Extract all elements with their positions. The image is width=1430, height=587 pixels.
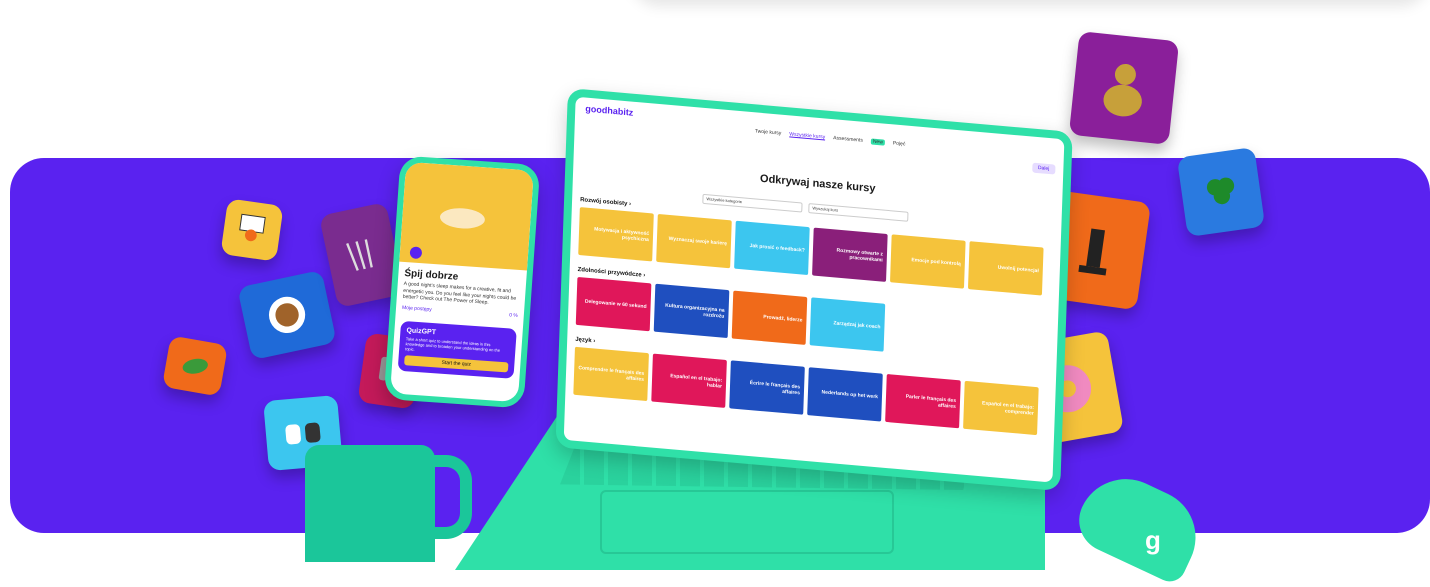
course-tile[interactable]: Delegowanie w 60 sekund bbox=[575, 276, 652, 332]
course-tile[interactable]: Kultura organizacyjna na rozdrożu bbox=[653, 283, 730, 339]
buddha-cube bbox=[1068, 31, 1180, 145]
course-tile[interactable]: Uwolnij potencjał bbox=[967, 241, 1044, 296]
needles-icon bbox=[346, 239, 374, 271]
course-tile[interactable]: Español en el trabajo: hablar bbox=[651, 353, 727, 408]
buddha-statue-icon bbox=[1103, 63, 1142, 116]
course-row: Delegowanie w 60 sekund Kultura organiza… bbox=[575, 276, 886, 352]
basketball-hoop-icon bbox=[239, 214, 267, 242]
nav-all-courses[interactable]: Wszystkie kursy bbox=[789, 131, 825, 140]
section-title[interactable]: Język › bbox=[575, 337, 595, 345]
play-icon[interactable] bbox=[409, 246, 423, 260]
filters: Wszystkie kategorie Wyszukaj kurs bbox=[702, 193, 909, 222]
search-input[interactable]: Wyszukaj kurs bbox=[808, 203, 909, 222]
course-tile[interactable]: Emocje pod kontrolą bbox=[890, 234, 966, 289]
course-row: Comprendre le français des affaires Espa… bbox=[573, 346, 1039, 436]
phone-mockup: Śpij dobrze A good night's sleep makes f… bbox=[383, 155, 541, 409]
laptop-trackpad bbox=[600, 490, 894, 554]
progress-label: Moje postępy bbox=[401, 304, 432, 313]
main-nav: Twoje kursy Wszystkie kursy Assessments … bbox=[755, 128, 906, 147]
start-quiz-button[interactable]: Start the quiz bbox=[404, 355, 509, 373]
login-button[interactable]: Dalej bbox=[1031, 162, 1056, 175]
leaf-icon bbox=[182, 358, 208, 374]
course-tile[interactable]: Wyznaczaj swoje karierę bbox=[656, 213, 732, 269]
laptop-screen: goodhabitz Twoje kursy Wszystkie kursy A… bbox=[555, 88, 1073, 492]
basketball-cube bbox=[220, 198, 284, 262]
coffee-cup-icon bbox=[268, 296, 306, 334]
course-tile[interactable]: Jak prosić o feedback? bbox=[734, 220, 810, 276]
nav-more[interactable]: Pojęć bbox=[893, 140, 906, 147]
course-tile[interactable]: Nederlands op het werk bbox=[807, 367, 883, 422]
nav-assessments[interactable]: Assessments bbox=[833, 135, 863, 144]
screen-content: goodhabitz Twoje kursy Wszystkie kursy A… bbox=[563, 96, 1065, 483]
course-tile[interactable]: Écrire le français des affaires bbox=[729, 360, 805, 415]
phone-screen: Śpij dobrze A good night's sleep makes f… bbox=[390, 161, 534, 403]
sleep-mask-icon bbox=[439, 208, 485, 229]
goodhabitz-logo[interactable]: goodhabitz bbox=[585, 104, 633, 118]
course-tile[interactable]: Zarządzaj jak coach bbox=[809, 297, 886, 352]
course-tile[interactable]: Motywacja i aktywność psychiczna bbox=[578, 207, 654, 262]
clover-cube bbox=[1176, 146, 1266, 238]
quiz-card: QuizGPT Take a short quiz to understand … bbox=[397, 320, 517, 379]
mug bbox=[305, 445, 435, 562]
clover-icon bbox=[1206, 177, 1234, 205]
section-title[interactable]: Rozwój osobisty › bbox=[580, 197, 631, 207]
new-badge: New bbox=[870, 138, 885, 146]
course-tile[interactable]: Prowadź, liderze bbox=[731, 290, 808, 345]
leaf-cube bbox=[161, 335, 229, 397]
course-tile[interactable]: Rozmowy otwarte z pracownikami bbox=[812, 227, 888, 282]
category-select[interactable]: Wszystkie kategorie bbox=[702, 193, 803, 213]
course-tile[interactable]: Español en el trabajo: comprender bbox=[963, 380, 1039, 436]
nav-your-courses[interactable]: Twoje kursy bbox=[755, 128, 782, 136]
course-tile[interactable]: Comprendre le français des affaires bbox=[573, 346, 649, 402]
goodhabitz-g-icon: g bbox=[1145, 525, 1161, 555]
course-tile[interactable]: Parler le français des affaires bbox=[885, 373, 961, 429]
phone-course-banner bbox=[399, 161, 534, 271]
progress-value: 0 % bbox=[508, 311, 519, 319]
